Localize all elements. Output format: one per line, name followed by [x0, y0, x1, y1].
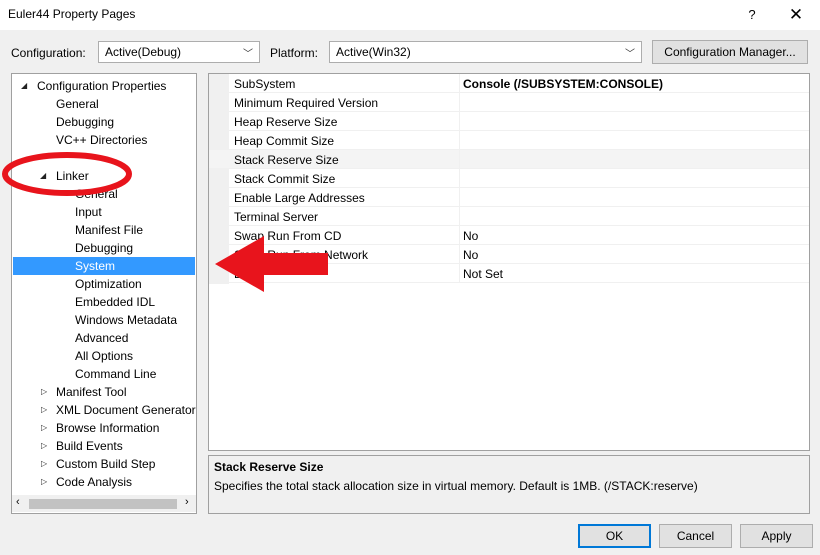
red-circle-annotation: [2, 152, 132, 196]
red-arrow-annotation: [215, 236, 328, 292]
annotation-overlay: [2, 152, 328, 292]
